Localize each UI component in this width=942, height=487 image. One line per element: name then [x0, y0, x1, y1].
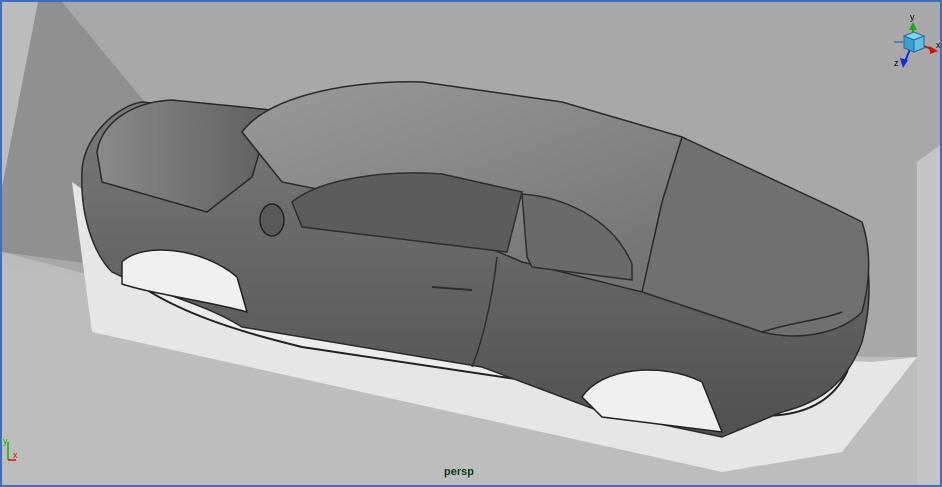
axis-x-label: x: [13, 450, 18, 460]
right-wall: [917, 144, 940, 485]
view-cube-x-label: x: [936, 40, 941, 50]
perspective-viewport[interactable]: y x z x y persp: [0, 0, 942, 487]
axis-y-label: y: [3, 436, 8, 446]
y-arrow-icon: [909, 22, 917, 30]
view-cube-icon[interactable]: y x z: [882, 12, 941, 74]
view-cube-y-label: y: [910, 12, 915, 22]
car-model-scene[interactable]: [2, 2, 942, 487]
camera-name-label: persp: [444, 466, 474, 478]
axis-indicator-icon: x y: [2, 436, 28, 466]
view-cube-z-label: z: [894, 58, 899, 68]
car-side-mirror: [259, 203, 285, 237]
